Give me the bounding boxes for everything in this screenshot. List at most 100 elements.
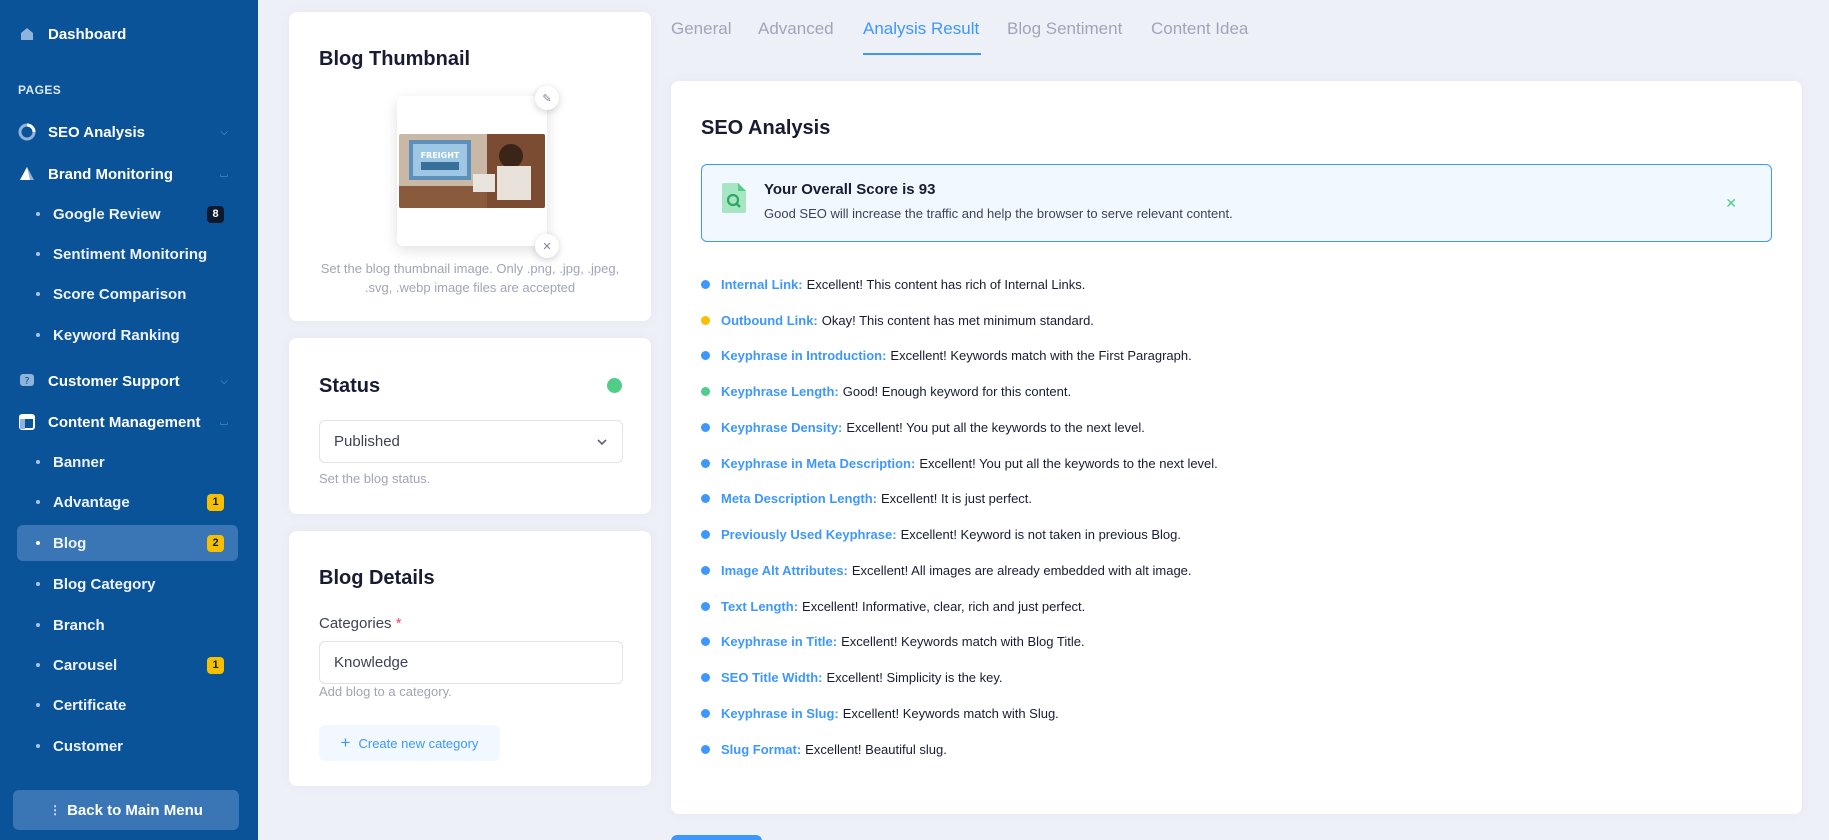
categories-input[interactable]: Knowledge [319,641,623,684]
check-key: Text Length: [721,598,799,614]
check-key: Image Alt Attributes: [721,562,848,578]
primary-action-button[interactable] [671,835,762,840]
sidebar-item-advantage[interactable]: Advantage 1 [17,484,238,520]
chevron-up-icon: ⌴ [220,416,228,428]
sidebar-item-label: Content Management [48,413,201,431]
sidebar-item-label: Customer Support [48,372,180,390]
brand-icon [18,165,36,183]
close-icon: ✕ [1725,195,1737,211]
overall-score-alert: Your Overall Score is 93 Good SEO will i… [701,164,1772,242]
status-dot [701,529,710,539]
status-dot [701,601,710,611]
required-mark: * [395,615,402,632]
sidebar-item-certificate[interactable]: Certificate [17,687,238,723]
seo-check-item: Outbound Link: Okay! This content has me… [701,310,1094,330]
sidebar-item-label: Google Review [53,205,161,223]
chevron-down-icon: ⌵ [220,126,228,138]
categories-label: Categories * [319,615,402,632]
count-badge: 1 [207,493,224,511]
sidebar-item-google-review[interactable]: Google Review 8 [17,196,238,232]
seo-check-item: Text Length: Excellent! Informative, cle… [701,596,1085,616]
close-icon: ✕ [542,240,552,253]
back-button-label: Back to Main Menu [67,801,203,819]
status-dot [701,493,710,503]
chevron-up-icon: ⌴ [220,168,228,180]
remove-thumbnail-button[interactable]: ✕ [535,234,559,258]
check-key: Keyphrase in Introduction: [721,347,887,363]
thumbnail-preview: FREIGHT ✎ ✕ [397,86,559,258]
seo-check-item: Internal Link: Excellent! This content h… [701,274,1085,294]
sidebar-item-blog-category[interactable]: Blog Category [17,566,238,602]
card-title: Blog Thumbnail [319,48,471,70]
back-to-main-menu-button[interactable]: ⋮ Back to Main Menu [13,790,239,830]
check-text: Excellent! Simplicity is the key. [826,669,1003,685]
sidebar-item-label: Dashboard [48,25,127,43]
status-select[interactable]: Published [319,420,623,463]
bullet-dot [36,333,40,337]
create-category-label: Create new category [358,735,479,751]
seo-icon [18,123,36,141]
blog-thumbnail-card: Blog Thumbnail FREIGHT ✎ ✕ Set the blog … [289,12,651,321]
sidebar-item-content-management[interactable]: Content Management ⌴ [18,402,240,442]
status-select-value: Published [334,433,400,450]
sidebar-item-banner[interactable]: Banner [17,444,238,480]
count-badge: 2 [207,534,224,552]
tab-content-idea[interactable]: Content Idea [1151,19,1248,39]
tab-general[interactable]: General [671,19,731,39]
sidebar-item-customer-support[interactable]: ? Customer Support ⌵ [18,361,240,401]
status-dot [701,708,710,718]
thumbnail-image-text: FREIGHT [421,151,460,160]
sidebar-item-branch[interactable]: Branch [17,607,238,643]
sidebar-item-blog[interactable]: Blog 2 [17,525,238,561]
content-icon [18,413,36,431]
sidebar-item-label: Banner [53,453,105,471]
check-text: Excellent! Beautiful slug. [805,741,947,757]
seo-check-item: Keyphrase in Slug: Excellent! Keywords m… [701,703,1059,723]
seo-check-item: SEO Title Width: Excellent! Simplicity i… [701,667,1003,687]
status-card: Status Published Set the blog status. [289,338,651,514]
check-key: Keyphrase in Slug: [721,705,839,721]
sidebar-item-label: Blog [53,534,87,552]
status-dot [701,386,710,396]
tab-blog-sentiment[interactable]: Blog Sentiment [1007,19,1122,39]
svg-text:?: ? [24,376,29,387]
sidebar-item-seo-analysis[interactable]: SEO Analysis ⌵ [18,112,240,152]
chevron-down-icon [596,435,608,452]
bullet-dot [36,252,40,256]
chevron-down-icon: ⌵ [220,375,228,387]
sidebar-item-sentiment-monitoring[interactable]: Sentiment Monitoring [17,236,238,272]
categories-value: Knowledge [334,654,409,671]
seo-check-item: Keyphrase in Introduction: Excellent! Ke… [701,345,1192,365]
check-key: Slug Format: [721,741,802,757]
tab-analysis-result[interactable]: Analysis Result [863,19,979,39]
close-alert-button[interactable]: ✕ [1725,195,1737,212]
check-text: Excellent! Keywords match with Blog Titl… [841,633,1085,649]
status-dot [701,672,710,682]
status-dot [701,458,710,468]
status-indicator [607,378,622,393]
sidebar-item-brand-monitoring[interactable]: Brand Monitoring ⌴ [18,154,240,194]
sidebar-item-customer[interactable]: Customer [17,728,238,764]
sidebar-item-label: Blog Category [53,575,156,593]
overall-score-description: Good SEO will increase the traffic and h… [764,206,1233,221]
edit-thumbnail-button[interactable]: ✎ [535,86,559,110]
sidebar-item-carousel[interactable]: Carousel 1 [17,647,238,683]
create-category-button[interactable]: + Create new category [319,725,500,761]
check-text: Good! Enough keyword for this content. [842,383,1072,399]
status-dot [701,350,710,360]
check-text: Excellent! Keywords match with Slug. [842,705,1059,721]
sidebar-item-keyword-ranking[interactable]: Keyword Ranking [17,317,238,353]
sidebar-item-score-comparison[interactable]: Score Comparison [17,276,238,312]
tab-advanced[interactable]: Advanced [758,19,834,39]
status-hint: Set the blog status. [319,471,431,486]
check-text: Excellent! Keywords match with the First… [890,347,1192,363]
status-dot [701,636,710,646]
check-key: Previously Used Keyphrase: [721,526,897,542]
card-title: SEO Analysis [701,117,831,139]
check-text: Excellent! This content has rich of Inte… [806,276,1086,292]
bullet-dot [36,744,40,748]
check-key: Keyphrase in Title: [721,633,838,649]
check-key: SEO Title Width: [721,669,823,685]
sidebar-item-dashboard[interactable]: Dashboard [18,14,240,54]
count-badge: 1 [207,656,224,674]
